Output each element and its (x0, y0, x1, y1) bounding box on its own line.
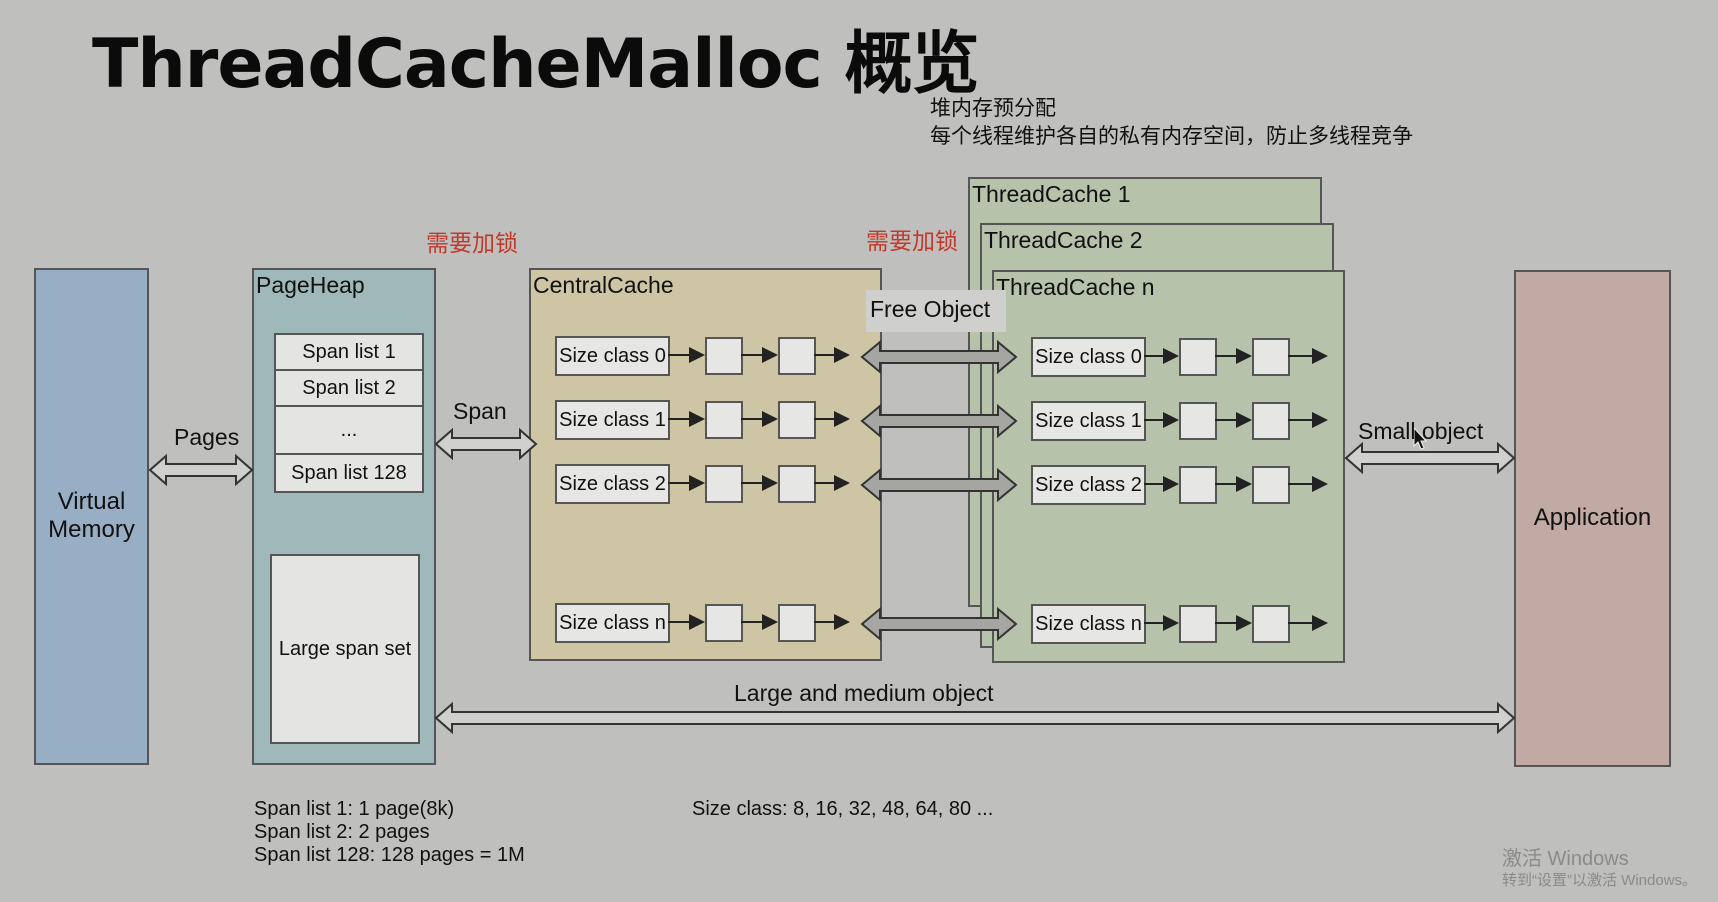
footnote-size-class: Size class: 8, 16, 32, 48, 64, 80 ... (692, 798, 994, 820)
pages-label: Pages (174, 424, 240, 450)
span-double-arrow (434, 427, 538, 461)
watermark-subtitle: 转到“设置”以激活 Windows。 (1502, 872, 1698, 889)
free-object-arrow (860, 467, 1018, 503)
footnote-span-list-1: Span list 1: 1 page(8k) (254, 798, 455, 820)
pages-double-arrow (148, 453, 254, 487)
connector-arrows (148, 339, 1516, 735)
large-medium-double-arrow (434, 701, 1516, 735)
large-medium-object-label: Large and medium object (734, 680, 994, 706)
watermark-title: 激活 Windows (1502, 848, 1629, 870)
span-label: Span (453, 398, 507, 424)
free-object-arrow (860, 339, 1018, 375)
footnote-span-list-2: Span list 2: 2 pages (254, 821, 430, 843)
span-list-footnotes: Span list 1: 1 page(8k) Span list 2: 2 p… (254, 798, 525, 867)
free-object-arrow (860, 606, 1018, 642)
free-object-arrow (860, 403, 1018, 439)
small-object-label: Small object (1358, 418, 1484, 444)
footnote-span-list-128: Span list 128: 128 pages = 1M (254, 844, 525, 866)
small-object-double-arrow (1344, 441, 1516, 475)
